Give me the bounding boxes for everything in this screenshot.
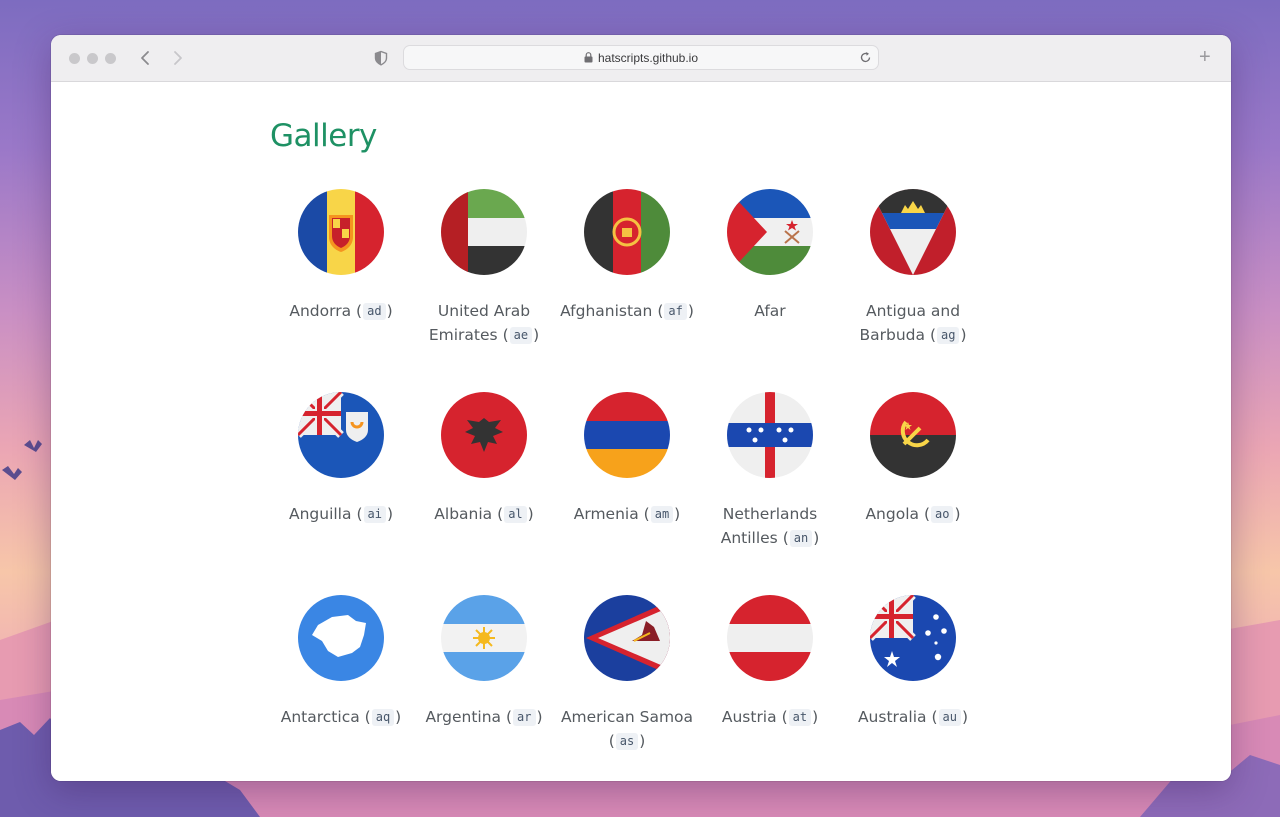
page-content: Gallery Andorra (ad) United Arab Emirate…	[51, 82, 1231, 781]
chevron-left-icon	[141, 51, 149, 65]
country-code: an	[789, 530, 813, 547]
gallery-item: Afar	[699, 189, 841, 323]
item-caption: Argentina (ar)	[425, 708, 543, 726]
gallery-item: Netherlands Antilles (an)	[699, 392, 841, 550]
item-caption: Antarctica (aq)	[280, 708, 402, 726]
item-caption: Austria (at)	[721, 708, 819, 726]
country-code: af	[664, 303, 687, 320]
new-tab-button[interactable]: +	[1199, 47, 1211, 67]
anguilla-flag-icon	[298, 392, 384, 478]
page-title: Gallery	[270, 118, 377, 154]
argentina-flag-icon	[441, 595, 527, 681]
gallery-item: Austria (at)	[699, 595, 841, 729]
gallery-item: United Arab Emirates (ae)	[413, 189, 555, 347]
gallery-item: Australia (au)	[842, 595, 984, 729]
netherlands-antilles-flag-icon	[727, 392, 813, 478]
lock-icon	[584, 52, 593, 63]
item-caption: Angola (ao)	[865, 505, 961, 523]
back-button[interactable]	[137, 48, 155, 68]
address-bar[interactable]: hatscripts.github.io	[403, 45, 879, 70]
zoom-window-button[interactable]	[105, 53, 116, 64]
australia-flag-icon	[870, 595, 956, 681]
country-code: ar	[513, 709, 536, 726]
privacy-shield-icon[interactable]	[373, 50, 389, 66]
afghanistan-flag-icon	[584, 189, 670, 275]
forward-button[interactable]	[168, 48, 186, 68]
close-window-button[interactable]	[69, 53, 80, 64]
chevron-right-icon	[174, 51, 182, 65]
antigua-flag-icon	[870, 189, 956, 275]
gallery-item: American Samoa (as)	[556, 595, 698, 753]
country-code: au	[938, 709, 961, 726]
gallery-item: Afghanistan (af)	[556, 189, 698, 323]
browser-toolbar: hatscripts.github.io +	[51, 35, 1231, 82]
item-caption: Albania (al)	[434, 505, 534, 523]
url-text: hatscripts.github.io	[597, 50, 699, 65]
browser-window: hatscripts.github.io + Gallery Andorra (…	[51, 35, 1231, 781]
item-caption: Afghanistan (af)	[560, 302, 694, 320]
country-code: ad	[363, 303, 386, 320]
uae-flag-icon	[441, 189, 527, 275]
gallery-item: Angola (ao)	[842, 392, 984, 526]
country-code: am	[650, 506, 674, 523]
gallery-item: Antigua and Barbuda (ag)	[842, 189, 984, 347]
item-caption: Netherlands Antilles (an)	[720, 505, 820, 547]
gallery-item: Andorra (ad)	[270, 189, 412, 323]
country-code: ao	[931, 506, 954, 523]
country-code: ae	[509, 327, 533, 344]
country-code: ag	[937, 327, 960, 344]
armenia-flag-icon	[584, 392, 670, 478]
american-samoa-flag-icon	[584, 595, 670, 681]
gallery-item: Anguilla (ai)	[270, 392, 412, 526]
afar-flag-icon	[727, 189, 813, 275]
gallery-item: Argentina (ar)	[413, 595, 555, 729]
item-caption: American Samoa (as)	[560, 708, 694, 750]
country-code: at	[788, 709, 812, 726]
angola-flag-icon	[870, 392, 956, 478]
minimize-window-button[interactable]	[87, 53, 98, 64]
country-code: as	[615, 733, 639, 750]
austria-flag-icon	[727, 595, 813, 681]
andorra-flag-icon	[298, 189, 384, 275]
gallery-item: Armenia (am)	[556, 392, 698, 526]
antarctica-flag-icon	[298, 595, 384, 681]
item-caption: Armenia (am)	[573, 505, 681, 523]
reload-icon[interactable]	[859, 51, 872, 64]
item-caption: Australia (au)	[857, 708, 969, 726]
country-code: al	[504, 506, 527, 523]
gallery-item: Albania (al)	[413, 392, 555, 526]
item-caption: Andorra (ad)	[289, 302, 393, 320]
albania-flag-icon	[441, 392, 527, 478]
country-code: ai	[363, 506, 386, 523]
item-caption: Afar	[754, 302, 786, 320]
birds	[2, 440, 42, 480]
item-caption: United Arab Emirates (ae)	[428, 302, 540, 344]
item-caption: Anguilla (ai)	[288, 505, 394, 523]
country-code: aq	[371, 709, 395, 726]
gallery-item: Antarctica (aq)	[270, 595, 412, 729]
item-caption: Antigua and Barbuda (ag)	[859, 302, 967, 344]
